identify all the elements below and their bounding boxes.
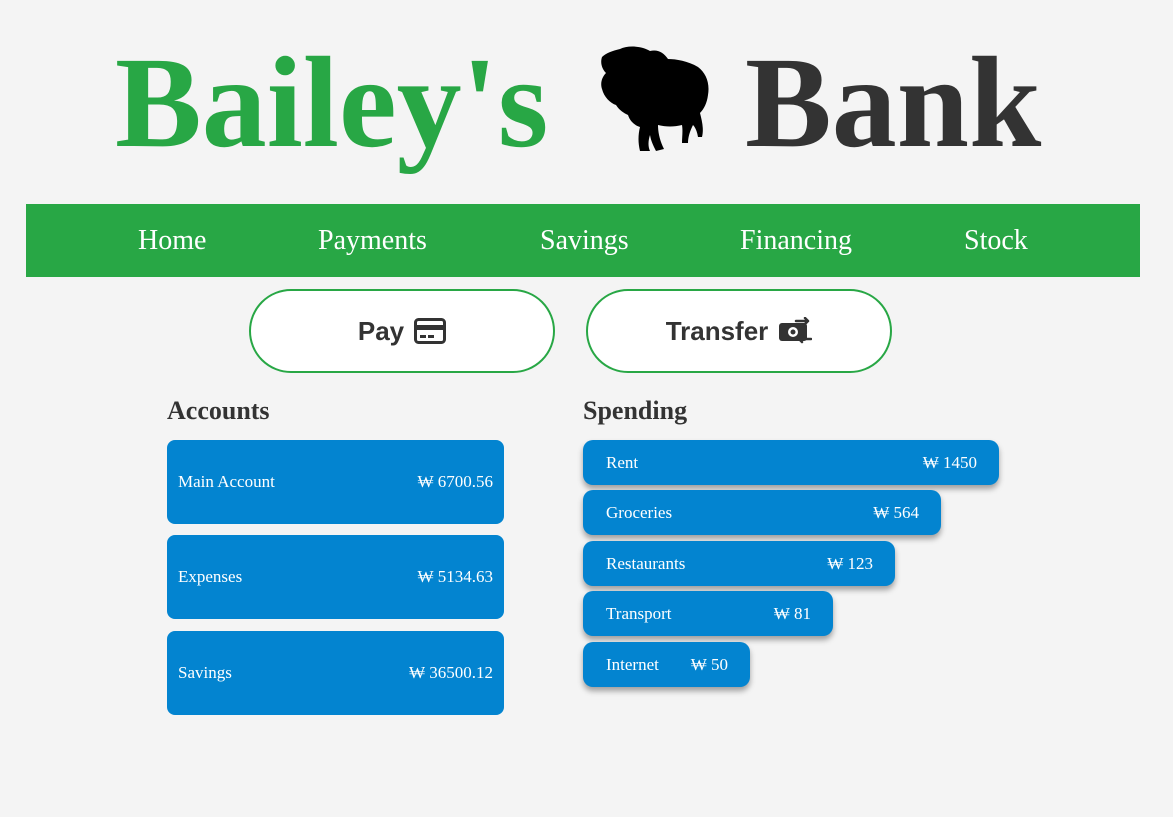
nav-item-savings[interactable]: Savings: [540, 204, 629, 277]
account-card-expenses[interactable]: Expenses ₩ 5134.63: [167, 535, 504, 619]
account-name: Savings: [178, 663, 232, 682]
spending-category: Rent: [606, 453, 639, 472]
account-card-main[interactable]: Main Account ₩ 6700.56: [167, 440, 504, 524]
spending-category: Groceries: [606, 503, 673, 522]
pay-button[interactable]: Pay: [249, 289, 555, 373]
pay-button-label: Pay: [357, 315, 405, 346]
spending-item-groceries[interactable]: Groceries ₩ 564: [583, 490, 941, 535]
spending-amount: ₩ 81: [773, 604, 811, 623]
nav-item-payments[interactable]: Payments: [318, 204, 427, 277]
spending-item-internet[interactable]: Internet ₩ 50: [583, 642, 750, 687]
nav-item-home[interactable]: Home: [138, 204, 206, 277]
logo-title-left: Bailey's: [115, 31, 549, 175]
main-nav: Home Payments Savings Financing Stock: [26, 204, 1140, 277]
nav-item-stock[interactable]: Stock: [964, 204, 1028, 277]
bulldog-icon: [601, 46, 709, 151]
transfer-button-label: Transfer: [665, 315, 769, 346]
money-transfer-icon: [779, 317, 813, 344]
credit-card-icon: [414, 318, 447, 344]
site-logo: Bailey's Bank: [0, 30, 1173, 195]
spending-category: Restaurants: [606, 554, 686, 573]
spending-item-restaurants[interactable]: Restaurants ₩ 123: [583, 541, 895, 586]
transfer-button[interactable]: Transfer: [586, 289, 892, 373]
spending-item-transport[interactable]: Transport ₩ 81: [583, 591, 833, 636]
page: Bailey's Bank Home Payments Savings Fina…: [0, 0, 1173, 817]
spending-item-rent[interactable]: Rent ₩ 1450: [583, 440, 999, 485]
spending-amount: ₩ 564: [873, 503, 919, 522]
account-name: Expenses: [178, 567, 243, 586]
spending-amount: ₩ 50: [690, 655, 728, 674]
account-balance: ₩ 6700.56: [417, 472, 493, 491]
logo-title-right: Bank: [745, 31, 1042, 175]
spending-category: Transport: [606, 604, 672, 623]
spending-amount: ₩ 1450: [922, 453, 977, 472]
account-balance: ₩ 5134.63: [417, 567, 493, 586]
spending-category: Internet: [606, 655, 659, 674]
spending-heading: Spending: [583, 396, 688, 425]
nav-item-financing[interactable]: Financing: [740, 204, 852, 277]
spending-amount: ₩ 123: [827, 554, 873, 573]
account-balance: ₩ 36500.12: [408, 663, 493, 682]
account-name: Main Account: [178, 472, 275, 491]
accounts-heading: Accounts: [167, 396, 270, 425]
account-card-savings[interactable]: Savings ₩ 36500.12: [167, 631, 504, 715]
